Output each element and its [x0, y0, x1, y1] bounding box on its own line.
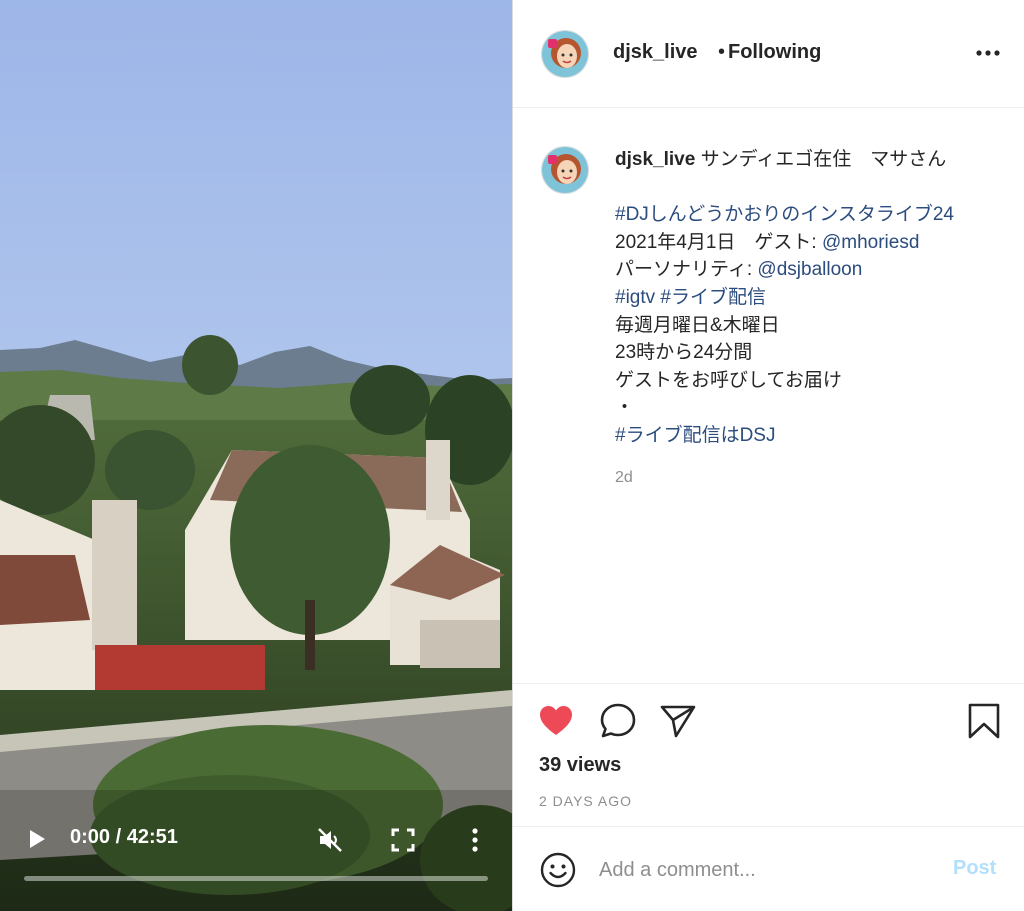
video-frame [0, 0, 512, 911]
video-player[interactable]: 0:00 / 42:51 [0, 0, 512, 911]
avatar-illustration-icon [542, 31, 588, 77]
caption-line: パーソナリティ: @dsjballoon [615, 256, 1005, 284]
caption-text: 23時から24分間 [615, 342, 753, 364]
avatar[interactable] [541, 30, 589, 78]
heart-icon[interactable] [537, 702, 575, 740]
comment-form: Post [513, 826, 1024, 911]
caption-text: パーソナリティ: [615, 259, 758, 281]
hashtag-link[interactable]: #ライブ配信はDSJ [615, 425, 775, 446]
caption-text: ・ [615, 397, 635, 419]
caption-line: 23時から24分間 [615, 339, 1005, 367]
mention-link[interactable]: @mhoriesd [822, 232, 919, 253]
caption-username[interactable]: djsk_live [615, 149, 695, 170]
bookmark-icon[interactable] [965, 702, 1003, 740]
follow-status-button[interactable]: Following [728, 41, 821, 64]
hashtag-link[interactable]: #DJしんどうかおりのインスタライブ24 [615, 204, 954, 225]
post-actions: 39 views 2 DAYS AGO [513, 683, 1024, 826]
emoji-icon[interactable] [539, 851, 577, 889]
caption-location-text: サンディエゴ在住 マサさん [700, 149, 947, 170]
caption-line: 毎週月曜日&木曜日 [615, 312, 1005, 340]
caption-line: #DJしんどうかおりのインスタライブ24 [615, 201, 1005, 229]
more-options-icon[interactable] [975, 46, 1001, 60]
header-separator: • [718, 41, 726, 63]
video-progress-bar[interactable] [24, 876, 488, 881]
caption-first-line: djsk_live サンディエゴ在住 マサさん [615, 146, 1005, 174]
posted-ago[interactable]: 2d [615, 469, 633, 487]
caption-text: ゲストをお呼びしてお届け [615, 369, 842, 391]
video-time: 0:00 / 42:51 [70, 826, 178, 848]
caption-line: #igtv #ライブ配信 [615, 284, 1005, 312]
caption-body: djsk_live サンディエゴ在住 マサさん #DJしんどうかおりのインスタラ… [615, 146, 1005, 450]
caption-line: ・ [615, 394, 1005, 422]
caption-line: ゲストをお呼びしてお届け [615, 367, 1005, 395]
share-icon[interactable] [659, 702, 697, 740]
hashtag-link[interactable]: #ライブ配信 [660, 287, 766, 308]
post-comment-button[interactable]: Post [953, 857, 996, 880]
post-sidebar: djsk_live • Following djsk_live サンディエゴ在住… [512, 0, 1024, 911]
caption-avatar[interactable] [541, 146, 589, 194]
mention-link[interactable]: @dsjballoon [757, 259, 862, 280]
comment-input[interactable] [599, 853, 929, 887]
fullscreen-icon[interactable] [390, 827, 416, 853]
hashtag-link[interactable]: #igtv [615, 287, 655, 308]
caption-line: 2021年4月1日 ゲスト: @mhoriesd [615, 229, 1005, 257]
caption-line: #ライブ配信はDSJ [615, 422, 1005, 450]
header-username[interactable]: djsk_live [613, 41, 698, 64]
post-header: djsk_live • Following [513, 0, 1024, 108]
comment-icon[interactable] [599, 702, 637, 740]
post-date: 2 DAYS AGO [539, 793, 632, 809]
play-icon[interactable] [26, 828, 48, 850]
avatar-illustration-icon [542, 147, 588, 193]
caption-lines: #DJしんどうかおりのインスタライブ24 2021年4月1日 ゲスト: @mhor… [615, 201, 1005, 449]
view-count[interactable]: 39 views [539, 754, 621, 777]
caption-text: 2021年4月1日 ゲスト: [615, 231, 822, 253]
caption-text: 毎週月曜日&木曜日 [615, 314, 780, 336]
video-more-options-icon[interactable] [466, 826, 484, 854]
muted-speaker-icon[interactable] [316, 826, 344, 854]
